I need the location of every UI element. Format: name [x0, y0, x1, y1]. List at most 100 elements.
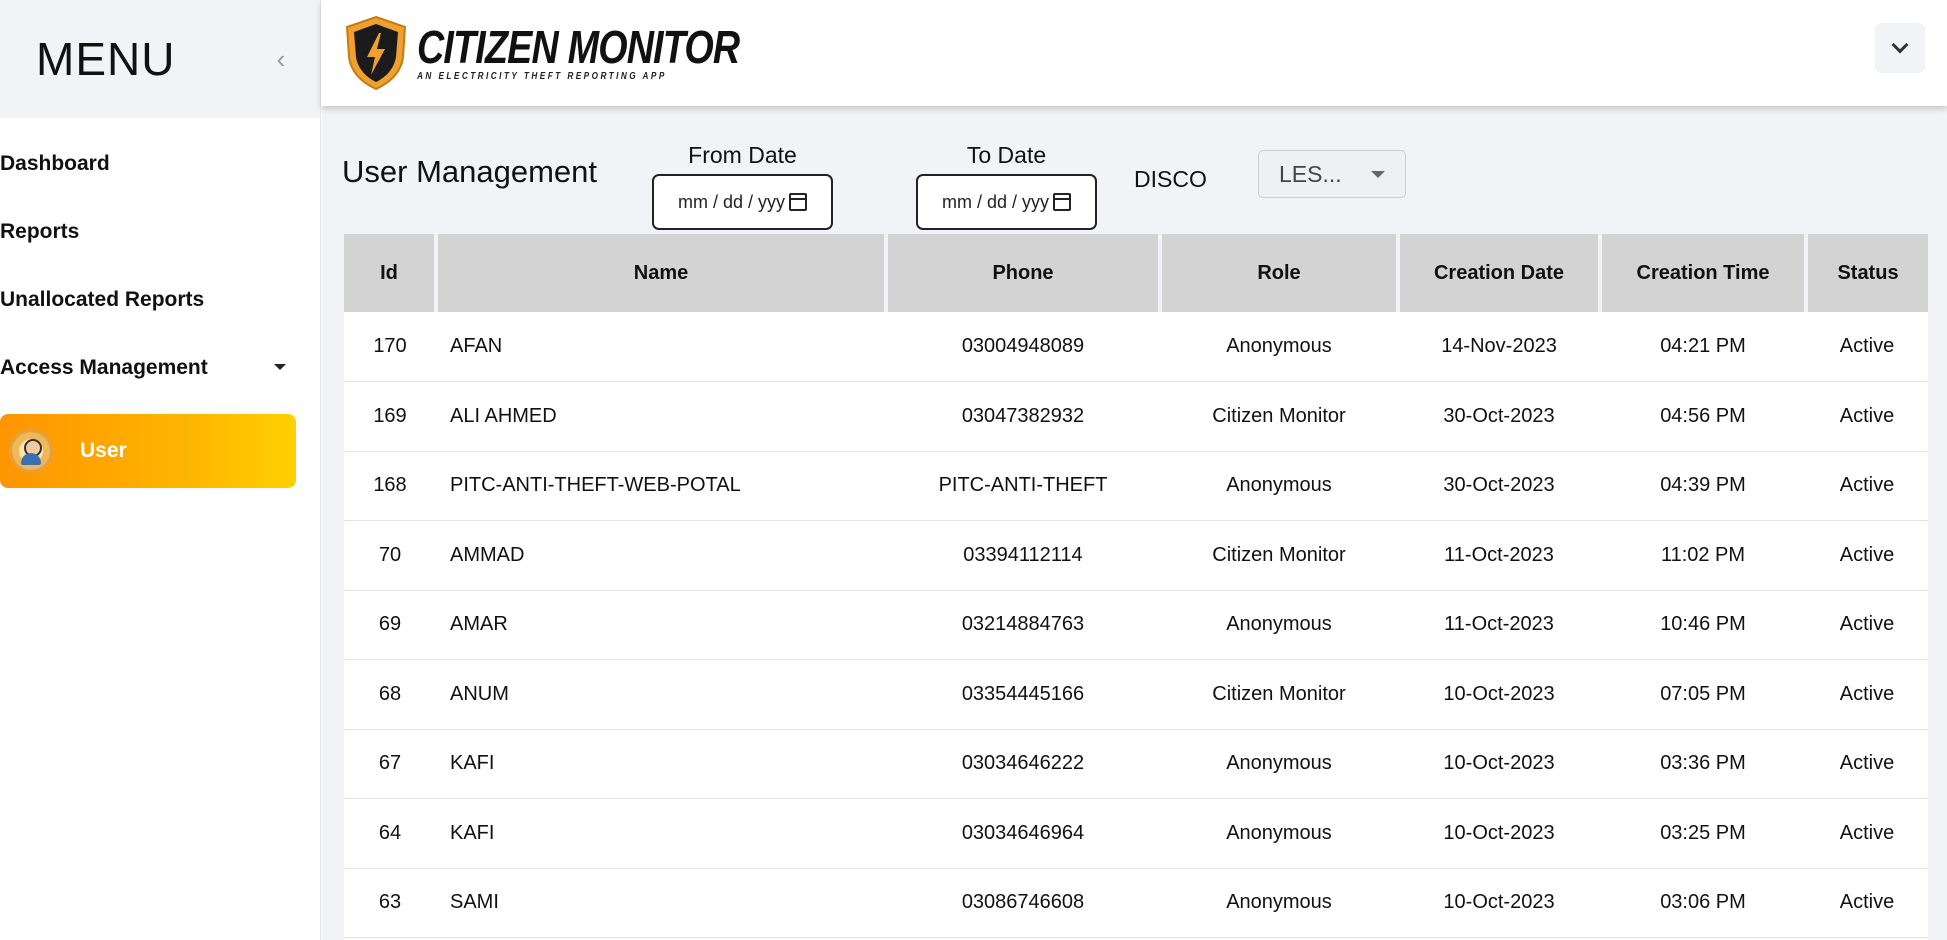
table-row[interactable]: 68 ANUM 03354445166 Citizen Monitor 10-Oct-2… — [344, 659, 1928, 730]
table-body: 170 AFAN 03004948089 Anonymous 14-Nov-2023 04… — [344, 312, 1928, 938]
cell-creation-time: 04:21 PM — [1600, 312, 1806, 382]
from-date-group: From Date mm / dd / yyy — [652, 142, 833, 230]
cell-status: Active — [1806, 381, 1928, 452]
cell-role: Citizen Monitor — [1160, 659, 1398, 730]
cell-status: Active — [1806, 451, 1928, 521]
cell-creation-date: 11-Oct-2023 — [1398, 520, 1600, 591]
user-table: Id Name Phone Role Creation Date Creatio… — [344, 234, 1928, 938]
cell-phone: 03047382932 — [886, 381, 1160, 452]
table-row[interactable]: 69 AMAR 03214884763 Anonymous 11-Oct-2023 10:… — [344, 590, 1928, 660]
cell-creation-time: 11:02 PM — [1600, 520, 1806, 591]
to-date-placeholder: mm / dd / yyy — [941, 191, 1049, 212]
table-row[interactable]: 168 PITC-ANTI-THEFT-WEB-POTAL PITC-ANTI-TH… — [344, 451, 1928, 521]
table-row[interactable]: 169 ALI AHMED 03047382932 Citizen Monitor 30… — [344, 381, 1928, 452]
sidebar-item-unallocated-reports[interactable]: Unallocated Reports — [0, 266, 320, 334]
chevron-left-icon[interactable]: ‹ — [266, 44, 296, 74]
cell-role: Anonymous — [1160, 868, 1398, 938]
logo[interactable]: CITIZEN MONITOR AN ELECTRICITY THEFT REP… — [343, 15, 810, 91]
sidebar-nav: Dashboard Reports Unallocated Reports Ac… — [0, 118, 320, 488]
cell-creation-date: 10-Oct-2023 — [1398, 729, 1600, 799]
cell-id: 170 — [344, 312, 436, 382]
cell-creation-date: 30-Oct-2023 — [1398, 451, 1600, 521]
table-row[interactable]: 70 AMMAD 03394112114 Citizen Monitor 11-Oct-… — [344, 520, 1928, 591]
cell-role: Anonymous — [1160, 451, 1398, 521]
sidebar-item-access-management[interactable]: Access Management — [0, 334, 320, 402]
cell-creation-date: 10-Oct-2023 — [1398, 868, 1600, 938]
cell-status: Active — [1806, 590, 1928, 660]
cell-creation-time: 03:06 PM — [1600, 868, 1806, 938]
cell-creation-time: 03:36 PM — [1600, 729, 1806, 799]
cell-role: Citizen Monitor — [1160, 520, 1398, 591]
sidebar-item-label: Dashboard — [0, 152, 110, 175]
sidebar-subitem-user[interactable]: User — [0, 414, 296, 488]
table-row[interactable]: 63 SAMI 03086746608 Anonymous 10-Oct-2023 03:… — [344, 868, 1928, 938]
column-header-name[interactable]: Name — [436, 234, 888, 312]
cell-name: AMMAD — [436, 520, 886, 591]
cell-phone: 03354445166 — [886, 659, 1160, 730]
table-row[interactable]: 67 KAFI 03034646222 Anonymous 10-Oct-2023 03:… — [344, 729, 1928, 799]
column-header-role[interactable]: Role — [1160, 234, 1400, 312]
cell-name: ALI AHMED — [436, 381, 886, 452]
cell-creation-date: 11-Oct-2023 — [1398, 590, 1600, 660]
cell-id: 69 — [344, 590, 436, 660]
from-date-input[interactable]: mm / dd / yyy — [652, 174, 833, 230]
cell-status: Active — [1806, 520, 1928, 591]
calendar-icon[interactable] — [1053, 193, 1071, 211]
cell-name: ANUM — [436, 659, 886, 730]
table-header-row: Id Name Phone Role Creation Date Creatio… — [344, 234, 1928, 312]
caret-down-icon — [274, 364, 286, 370]
filter-toolbar: User Management From Date mm / dd / yyy … — [342, 142, 1932, 230]
cell-phone: 03034646964 — [886, 798, 1160, 869]
column-header-id[interactable]: Id — [344, 234, 438, 312]
calendar-icon[interactable] — [789, 193, 807, 211]
cell-phone: 03034646222 — [886, 729, 1160, 799]
cell-name: PITC-ANTI-THEFT-WEB-POTAL — [436, 451, 886, 521]
to-date-input[interactable]: mm / dd / yyy — [916, 174, 1097, 230]
cell-status: Active — [1806, 659, 1928, 730]
menu-title: MENU — [36, 33, 176, 85]
cell-name: AFAN — [436, 312, 886, 382]
brand-name: CITIZEN MONITOR — [417, 20, 740, 73]
cell-id: 169 — [344, 381, 436, 452]
cell-name: AMAR — [436, 590, 886, 660]
user-table-container: Id Name Phone Role Creation Date Creatio… — [344, 234, 1928, 940]
sidebar-item-label: Access Management — [0, 356, 208, 379]
cell-id: 63 — [344, 868, 436, 938]
caret-down-icon — [1371, 171, 1385, 178]
cell-creation-date: 10-Oct-2023 — [1398, 659, 1600, 730]
disco-label: DISCO — [1134, 166, 1207, 192]
from-date-label: From Date — [688, 142, 797, 168]
cell-phone: 03394112114 — [886, 520, 1160, 591]
column-header-creation-date[interactable]: Creation Date — [1398, 234, 1602, 312]
table-row[interactable]: 170 AFAN 03004948089 Anonymous 14-Nov-2023 04… — [344, 312, 1928, 382]
lightning-shield-icon — [343, 15, 409, 91]
user-gear-icon — [6, 426, 56, 476]
column-header-phone[interactable]: Phone — [886, 234, 1162, 312]
cell-creation-time: 04:56 PM — [1600, 381, 1806, 452]
cell-status: Active — [1806, 312, 1928, 382]
header-dropdown-button[interactable] — [1875, 23, 1925, 73]
table-row[interactable]: 64 KAFI 03034646964 Anonymous 10-Oct-2023 03:… — [344, 798, 1928, 869]
cell-role: Anonymous — [1160, 798, 1398, 869]
cell-creation-time: 10:46 PM — [1600, 590, 1806, 660]
column-header-status[interactable]: Status — [1806, 234, 1928, 312]
cell-phone: 03004948089 — [886, 312, 1160, 382]
cell-name: SAMI — [436, 868, 886, 938]
cell-status: Active — [1806, 868, 1928, 938]
cell-phone: PITC-ANTI-THEFT — [886, 451, 1160, 521]
cell-id: 67 — [344, 729, 436, 799]
sidebar-item-reports[interactable]: Reports — [0, 198, 320, 266]
cell-creation-date: 14-Nov-2023 — [1398, 312, 1600, 382]
cell-id: 68 — [344, 659, 436, 730]
page-title: User Management — [342, 154, 598, 189]
sidebar-subitem-label: User — [80, 439, 127, 462]
sidebar: MENU ‹ Dashboard Reports Unallocated Rep… — [0, 0, 321, 940]
disco-select[interactable]: LES... — [1258, 150, 1406, 198]
to-date-group: To Date mm / dd / yyy — [916, 142, 1097, 230]
top-bar: CITIZEN MONITOR AN ELECTRICITY THEFT REP… — [321, 0, 1947, 106]
disco-selected-value: LES... — [1279, 160, 1342, 187]
cell-status: Active — [1806, 729, 1928, 799]
column-header-creation-time[interactable]: Creation Time — [1600, 234, 1808, 312]
sidebar-item-dashboard[interactable]: Dashboard — [0, 130, 320, 198]
cell-name: KAFI — [436, 729, 886, 799]
